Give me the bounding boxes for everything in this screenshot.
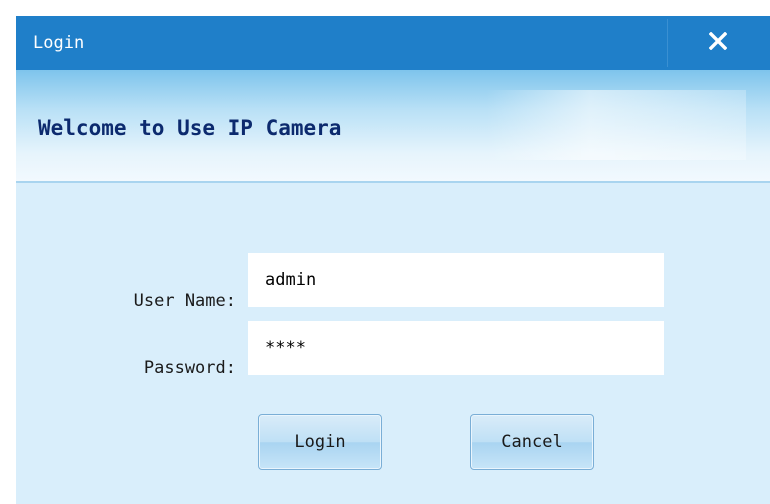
banner-glow bbox=[486, 90, 746, 160]
password-input[interactable] bbox=[248, 321, 664, 375]
title-bar: Login bbox=[16, 16, 770, 70]
password-label: Password: bbox=[143, 358, 236, 378]
login-dialog: Login Welcome to Use IP Camera User Name… bbox=[16, 16, 770, 504]
window-title: Login bbox=[33, 33, 85, 53]
username-label: User Name: bbox=[133, 291, 236, 311]
username-input[interactable] bbox=[248, 253, 664, 307]
welcome-heading: Welcome to Use IP Camera bbox=[38, 116, 342, 140]
welcome-banner: Welcome to Use IP Camera bbox=[16, 70, 770, 183]
login-button[interactable]: Login bbox=[258, 414, 382, 470]
close-icon bbox=[709, 32, 727, 50]
close-button[interactable] bbox=[668, 16, 770, 70]
cancel-button[interactable]: Cancel bbox=[470, 414, 594, 470]
